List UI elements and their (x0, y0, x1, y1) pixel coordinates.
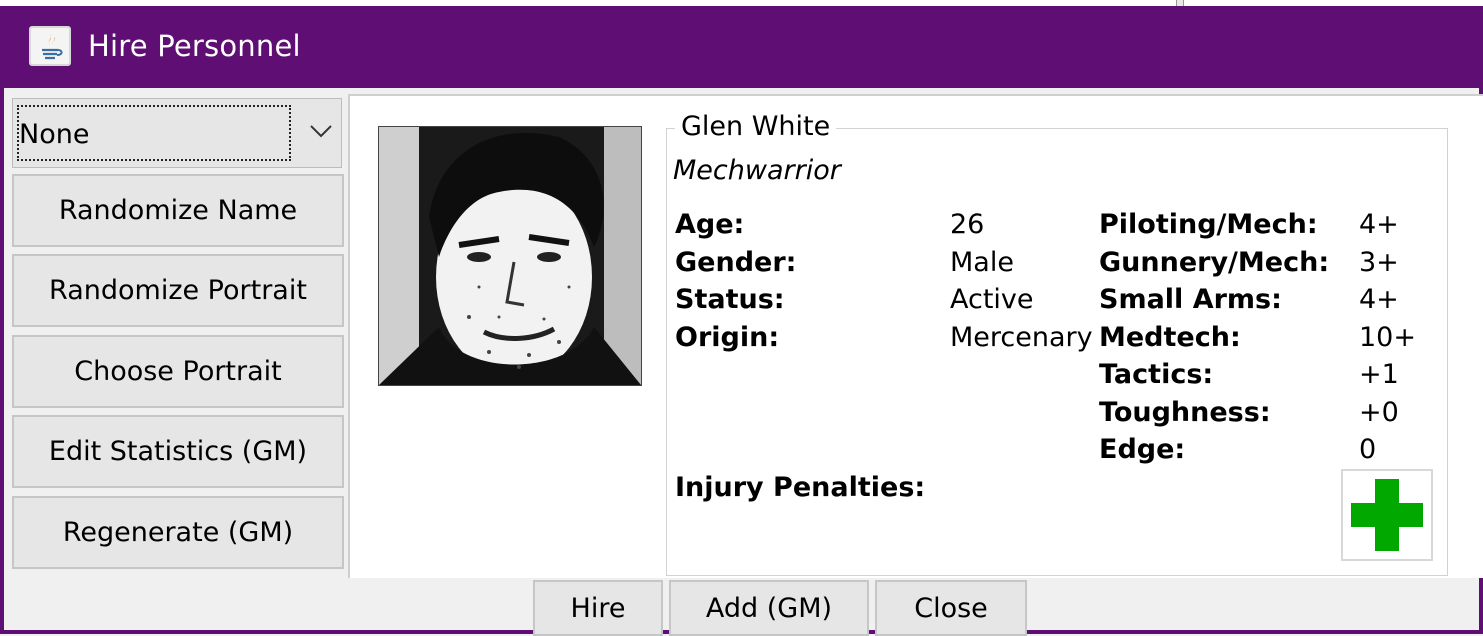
portrait-image (378, 126, 642, 386)
skill-value: 0 (1359, 434, 1377, 465)
skill-label: Toughness: (1099, 397, 1271, 428)
hire-personnel-dialog: Hire Personnel None Randomize Name Rando… (0, 6, 1483, 636)
left-panel: None Randomize Name Randomize Portrait C… (10, 94, 346, 578)
regenerate-button[interactable]: Regenerate (GM) (12, 496, 344, 569)
status-value: Active (950, 284, 1034, 315)
gender-label: Gender: (675, 247, 797, 278)
status-label: Status: (675, 284, 785, 315)
combo-value: None (19, 119, 90, 150)
gender-value: Male (950, 247, 1014, 278)
add-gm-button[interactable]: Add (GM) (669, 580, 869, 636)
close-button[interactable]: Close (875, 580, 1027, 636)
skill-label: Edge: (1099, 434, 1186, 465)
skill-label: Gunnery/Mech: (1099, 247, 1330, 278)
person-info-group: Glen White Mechwarrior Age: 26 Gender: M… (666, 111, 1448, 576)
skill-value: +0 (1359, 397, 1399, 428)
origin-label: Origin: (675, 322, 780, 353)
person-role: Mechwarrior (673, 155, 841, 186)
skill-label: Small Arms: (1099, 284, 1282, 315)
medical-plus-icon (1341, 469, 1433, 561)
origin-value: Mercenary (950, 322, 1093, 353)
randomize-name-button[interactable]: Randomize Name (12, 174, 344, 247)
injury-penalties-label: Injury Penalties: (675, 472, 926, 503)
window-title: Hire Personnel (88, 29, 301, 63)
skill-value: +1 (1359, 359, 1399, 390)
edit-statistics-button[interactable]: Edit Statistics (GM) (12, 415, 344, 488)
skill-value: 4+ (1359, 209, 1399, 240)
skill-label: Piloting/Mech: (1099, 209, 1318, 240)
title-bar[interactable]: Hire Personnel (4, 6, 1483, 88)
skill-value: 4+ (1359, 284, 1399, 315)
skill-label: Tactics: (1099, 359, 1214, 390)
skill-value: 10+ (1359, 322, 1416, 353)
chevron-down-icon[interactable] (309, 123, 333, 139)
skill-label: Medtech: (1099, 322, 1241, 353)
age-value: 26 (950, 209, 985, 240)
person-details-panel: Glen White Mechwarrior Age: 26 Gender: M… (348, 94, 1483, 578)
hire-button[interactable]: Hire (533, 580, 663, 636)
randomize-portrait-button[interactable]: Randomize Portrait (12, 254, 344, 327)
person-name: Glen White (675, 111, 837, 143)
java-icon (29, 26, 71, 66)
filter-combo[interactable]: None (12, 98, 342, 168)
skill-value: 3+ (1359, 247, 1399, 278)
age-label: Age: (675, 209, 745, 240)
choose-portrait-button[interactable]: Choose Portrait (12, 335, 344, 408)
